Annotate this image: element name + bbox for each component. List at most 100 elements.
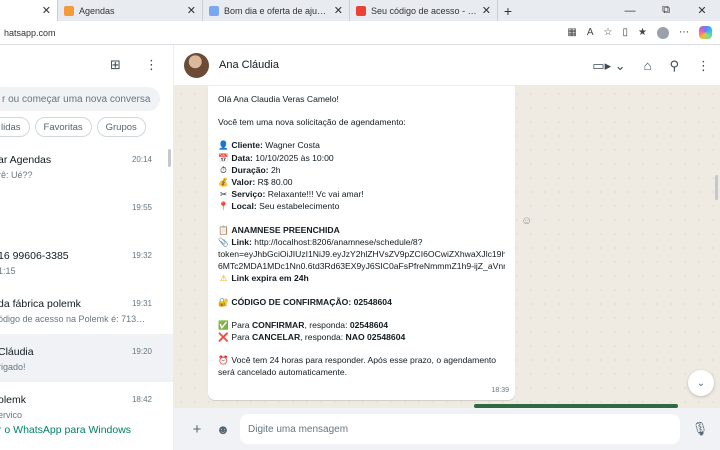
money-bag-icon: 💰 [218,177,229,188]
message-time: 18:39 [491,386,509,394]
tab-close-icon[interactable]: ✕ [187,4,196,17]
avatar[interactable] [184,52,209,78]
confirm-line: ✅ Para CONFIRMAR, responda: 02548604 [218,319,389,330]
message-bubble[interactable]: Olá Ana Claudia Veras Camelo! Você tem u… [208,86,515,400]
message-composer: + ☻ Digite uma mensagem 🎙 [174,408,720,450]
emoji-reaction-icon[interactable]: ☺ [521,215,535,229]
conversation-pane: Ana Cláudia ▭▸ ⌄ ⌂ ⚲ ⋮ Olá Ana Claudia V… [174,45,720,450]
scroll-down-button[interactable]: ⌄ [688,370,714,396]
filter-unread[interactable]: lidas [0,117,30,137]
tab-close-icon[interactable]: ✕ [334,4,343,17]
chat-item[interactable]: . 19:55 [0,190,173,238]
browser-tab-whatsapp[interactable]: ✕ [0,0,58,21]
clipboard-icon: 📋 [218,224,229,235]
chat-item-selected[interactable]: Cláudia rigado! 19:20 [0,334,173,382]
plus-icon[interactable]: + [182,421,212,438]
more-vert-icon[interactable]: ⋮ [145,57,158,73]
chat-item[interactable]: da fábrica polemk ódigo de acesso na Pol… [0,286,173,334]
location-line: 📍 Local: Seu estabelecimento [218,201,340,212]
chat-preview: 1:15 [0,266,16,276]
sidebar-header: ⊞ ⋮ [0,45,173,85]
read-aloud-icon[interactable]: A [587,27,594,38]
message-intro: Você tem uma nova solicitação de agendam… [218,117,406,128]
browser-tab-gmail[interactable]: Seu código de acesso - lumiar.co ✕ [350,0,498,21]
chat-item[interactable]: ar Agendas rê: Ué?? 20:14 [0,142,173,190]
chat-name: 16 99606-3385 [0,250,69,262]
chevron-down-icon: ⌄ [696,377,706,389]
conversation-header[interactable]: Ana Cláudia ▭▸ ⌄ ⌂ ⚲ ⋮ [174,45,720,86]
sticker-icon[interactable]: ☻ [212,422,234,437]
split-screen-icon[interactable]: ▯ [623,27,629,38]
copilot-favicon-icon [209,5,219,16]
person-icon: 👤 [218,140,229,151]
copilot-icon[interactable] [699,26,712,39]
price-line: 💰 Valor: R$ 80.00 [218,177,293,188]
search-icon[interactable]: ⚲ [669,58,679,74]
new-chat-icon[interactable]: ⊞ [110,57,121,73]
pin-icon: 📍 [218,201,229,212]
message-input[interactable]: Digite uma mensagem [240,414,680,444]
favorites-icon[interactable]: ★ [638,27,647,38]
filter-chips: lidas Favoritas Grupos [0,117,146,137]
filter-favorites[interactable]: Favoritas [34,117,92,137]
filter-groups[interactable]: Grupos [96,117,146,137]
calendar-icon: 📅 [218,152,229,163]
tab-close-icon[interactable]: ✕ [482,4,491,17]
app-available-icon[interactable]: ▦ [567,27,576,38]
get-windows-app-link[interactable]: r o WhatsApp para Windows [0,424,131,436]
favorite-star-icon[interactable]: ☆ [604,27,613,38]
anamnese-title: 📋 ANAMNESE PREENCHIDA [218,224,340,235]
duration-line: ⏱ Duração: 2h [218,164,505,176]
profile-avatar[interactable] [657,26,669,39]
chat-preview: ervico [0,410,23,420]
chat-item[interactable]: 16 99606-3385 1:15 19:32 [0,238,173,286]
more-menu-icon[interactable]: ⋯ [679,27,689,38]
minimize-button[interactable]: — [612,0,648,21]
contact-name[interactable]: Ana Cláudia [219,59,279,71]
anamnese-link[interactable]: http://localhost:8206/anamnese/schedule/… [252,237,422,247]
chat-item[interactable]: olemk ervico 18:42 [0,382,173,430]
token-line[interactable]: token=eyJhbGciOiJIUzI1NiJ9.eyJzY2hlZHVsZ… [218,248,505,260]
header-actions: ▭▸ ⌄ ⌂ ⚲ ⋮ [592,45,710,86]
video-call-icon[interactable]: ▭▸ ⌄ [592,58,625,74]
chat-list-pane: ⊞ ⋮ r ou começar uma nova conversa lidas… [0,45,174,450]
paperclip-icon: 📎 [218,236,229,247]
sidebar-scrollbar[interactable] [168,149,171,167]
alarm-clock-icon: ⏰ [218,355,229,366]
conversation-scrollbar[interactable] [715,175,718,200]
gmail-favicon-icon [356,5,366,16]
deadline-line: ⏰ Você tem 24 horas para responder. Após… [218,355,497,366]
more-vert-icon[interactable]: ⋮ [697,58,710,74]
chat-preview: rê: Ué?? [0,170,33,180]
chat-name: ar Agendas [0,154,52,166]
expiry-line: ⚠ Link expira em 24h [219,273,309,284]
url-field[interactable]: hatsapp.com [0,28,567,38]
message-greeting: Olá Ana Claudia Veras Camelo! [218,94,339,104]
chat-time: 18:42 [131,395,152,404]
deadline-line: será cancelado automaticamente. [218,367,347,378]
cancel-line: ❌ Para CANCELAR, responda: NAO 02548604 [218,332,406,343]
new-tab-button[interactable]: + [498,0,518,21]
search-input[interactable]: r ou começar uma nova conversa [0,87,160,111]
close-window-button[interactable]: ✕ [684,0,720,21]
service-line: ✂ Serviço: Relaxante!!! Vc vai amar! [219,189,364,200]
code-line: 🔐 CÓDIGO DE CONFIRMAÇÃO: 02548604 [218,296,392,307]
chat-time: 19:31 [131,299,152,308]
cross-icon: ❌ [218,332,229,343]
chat-time: 19:20 [131,347,152,356]
chat-time: 19:55 [131,203,152,212]
agendas-favicon-icon [64,5,74,16]
chat-preview: rigado! [0,362,26,372]
store-icon[interactable]: ⌂ [644,58,652,73]
browser-tab-bom-dia[interactable]: Bom dia e oferta de ajuda. - Dee ✕ [203,0,350,21]
browser-tab-agendas[interactable]: Agendas ✕ [58,0,203,21]
tab-close-icon[interactable]: ✕ [42,4,51,17]
browser-tab-bar: ✕ Agendas ✕ Bom dia e oferta de ajuda. -… [0,0,720,21]
chat-list: ar Agendas rê: Ué?? 20:14 . 19:55 16 996… [0,142,173,430]
chat-time: 19:32 [131,251,152,260]
timer-icon: ⏱ [220,164,227,175]
maximize-button[interactable]: ⧉ [648,0,684,21]
token-line[interactable]: 6MTc2MDA1MDc1Nn0.6td3Rd63EX9yJ6SIC0aFsPf… [218,260,505,272]
mic-icon[interactable]: 🎙 [686,421,714,437]
chat-name: olemk [0,394,27,406]
